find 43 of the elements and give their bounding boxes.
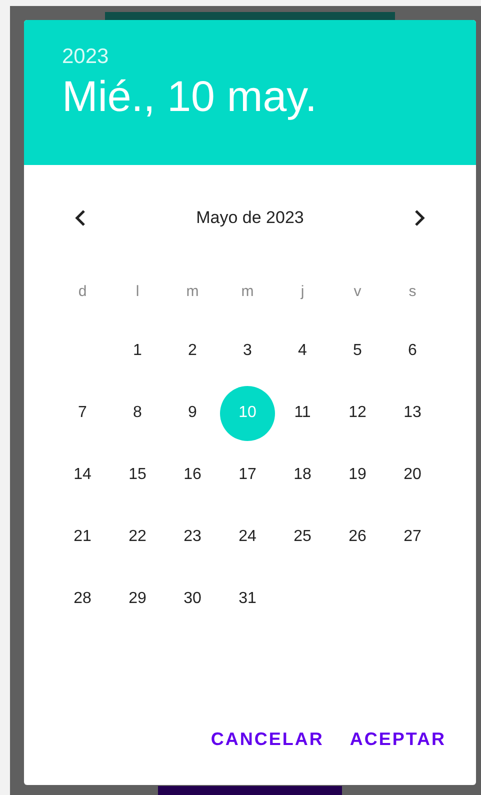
day-button[interactable]: 24 — [220, 510, 275, 564]
chevron-left-icon — [74, 209, 86, 227]
day-button[interactable]: 3 — [220, 324, 275, 378]
day-button[interactable]: 5 — [330, 324, 385, 378]
day-button[interactable]: 27 — [385, 510, 440, 564]
day-button[interactable]: 12 — [330, 386, 385, 440]
day-button[interactable]: 9 — [165, 386, 220, 440]
day-button[interactable]: 8 — [110, 386, 165, 440]
selected-date: Mié., 10 may. — [62, 76, 318, 119]
day-button[interactable]: 13 — [385, 386, 440, 440]
day-button[interactable]: 31 — [220, 572, 275, 626]
day-button[interactable]: 22 — [110, 510, 165, 564]
cancel-button[interactable]: CANCELAR — [204, 720, 330, 759]
day-button[interactable]: 4 — [275, 324, 330, 378]
day-button[interactable]: 15 — [110, 448, 165, 502]
day-button[interactable]: 11 — [275, 386, 330, 440]
day-button[interactable]: 16 — [165, 448, 220, 502]
weekday-label: j — [300, 282, 304, 302]
day-button[interactable]: 25 — [275, 510, 330, 564]
accept-button[interactable]: ACEPTAR — [344, 720, 452, 759]
day-button[interactable]: 29 — [110, 572, 165, 626]
day-button[interactable]: 6 — [385, 324, 440, 378]
weekday-label: m — [241, 282, 254, 302]
weekday-label: s — [408, 282, 416, 302]
day-button[interactable]: 7 — [55, 386, 110, 440]
day-button[interactable]: 18 — [275, 448, 330, 502]
weekday-label: l — [136, 282, 140, 302]
day-button[interactable]: 2 — [165, 324, 220, 378]
weekday-label: v — [354, 282, 362, 302]
weekday-label: d — [78, 282, 87, 302]
day-button[interactable]: 20 — [385, 448, 440, 502]
day-button[interactable]: 21 — [55, 510, 110, 564]
day-button[interactable]: 23 — [165, 510, 220, 564]
month-label: Mayo de 2023 — [196, 207, 304, 230]
day-button[interactable]: 28 — [55, 572, 110, 626]
day-button[interactable]: 14 — [55, 448, 110, 502]
day-button[interactable]: 30 — [165, 572, 220, 626]
weekday-label: m — [186, 282, 199, 302]
day-button[interactable]: 26 — [330, 510, 385, 564]
day-button[interactable]: 1 — [110, 324, 165, 378]
day-button[interactable]: 19 — [330, 448, 385, 502]
chevron-right-icon — [414, 209, 426, 227]
day-button[interactable]: 17 — [220, 448, 275, 502]
